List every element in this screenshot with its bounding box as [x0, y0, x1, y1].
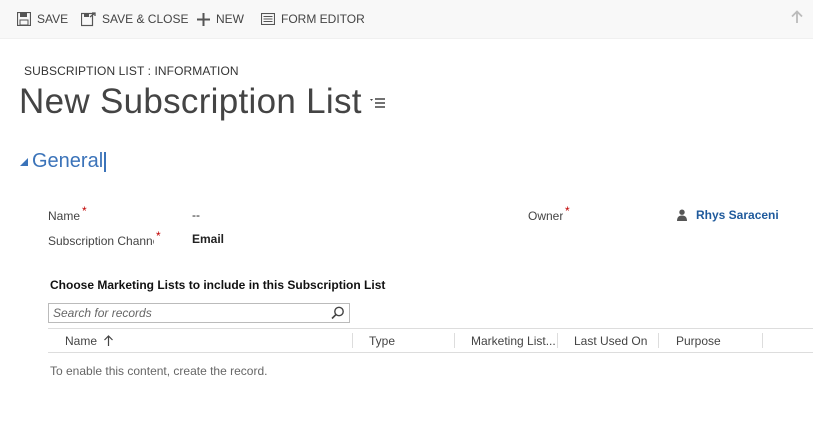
- subscription-channel-value[interactable]: Email: [192, 232, 224, 246]
- empty-grid-message: To enable this content, create the recor…: [50, 364, 268, 378]
- save-close-icon: [81, 11, 96, 26]
- save-icon: [17, 12, 31, 26]
- column-separator[interactable]: [352, 333, 353, 348]
- save-close-label: SAVE & CLOSE: [102, 12, 189, 26]
- search-input[interactable]: [49, 304, 323, 322]
- new-button[interactable]: NEW: [197, 10, 244, 28]
- column-separator[interactable]: [454, 333, 455, 348]
- column-header-name[interactable]: Name: [65, 334, 114, 348]
- subscription-channel-label: Subscription Channel: [48, 234, 154, 248]
- form-editor-button[interactable]: FORM EDITOR: [261, 10, 365, 28]
- scroll-up-button[interactable]: [791, 10, 803, 29]
- search-icon[interactable]: [331, 306, 345, 320]
- column-header-last-used-on[interactable]: Last Used On: [574, 334, 647, 348]
- name-label: Name: [48, 209, 81, 223]
- collapse-triangle-icon: [20, 157, 28, 166]
- column-separator[interactable]: [762, 333, 763, 348]
- section-general-toggle[interactable]: General: [20, 150, 107, 173]
- new-label: NEW: [216, 12, 244, 26]
- subgrid-title: Choose Marketing Lists to include in thi…: [50, 278, 386, 292]
- sort-ascending-icon: [104, 335, 114, 346]
- command-bar: SAVE SAVE & CLOSE NEW FORM EDITOR: [0, 0, 813, 39]
- column-separator[interactable]: [557, 333, 558, 348]
- user-icon: [677, 209, 687, 221]
- column-header-type[interactable]: Type: [369, 334, 395, 348]
- search-box: [48, 303, 350, 323]
- form-editor-label: FORM EDITOR: [281, 12, 365, 26]
- page-title: New Subscription List: [19, 82, 362, 121]
- owner-required-mark: *: [565, 204, 570, 218]
- save-close-button[interactable]: SAVE & CLOSE: [81, 10, 188, 28]
- name-value[interactable]: --: [192, 208, 200, 222]
- grid-header: Name Type Marketing List... Last Used On…: [48, 328, 813, 353]
- column-separator[interactable]: [658, 333, 659, 348]
- form-title-row: New Subscription List: [19, 82, 386, 122]
- save-label: SAVE: [37, 12, 69, 26]
- arrow-up-icon: [791, 10, 803, 23]
- section-title: General: [32, 150, 104, 172]
- name-required-mark: *: [82, 204, 87, 218]
- section-caret: [104, 151, 107, 172]
- form-editor-icon: [261, 13, 275, 25]
- column-header-marketing-list[interactable]: Marketing List...: [471, 334, 556, 348]
- channel-required-mark: *: [156, 229, 161, 243]
- owner-value: Rhys Saraceni: [696, 208, 779, 222]
- owner-link[interactable]: Rhys Saraceni: [676, 208, 779, 222]
- menu-icon: [369, 98, 385, 108]
- form-type-label: SUBSCRIPTION LIST : INFORMATION: [24, 64, 239, 78]
- save-button[interactable]: SAVE: [17, 10, 68, 28]
- column-header-purpose[interactable]: Purpose: [676, 334, 721, 348]
- plus-icon: [197, 12, 210, 26]
- owner-label: Owner: [528, 209, 564, 223]
- form-selector-button[interactable]: [369, 96, 386, 114]
